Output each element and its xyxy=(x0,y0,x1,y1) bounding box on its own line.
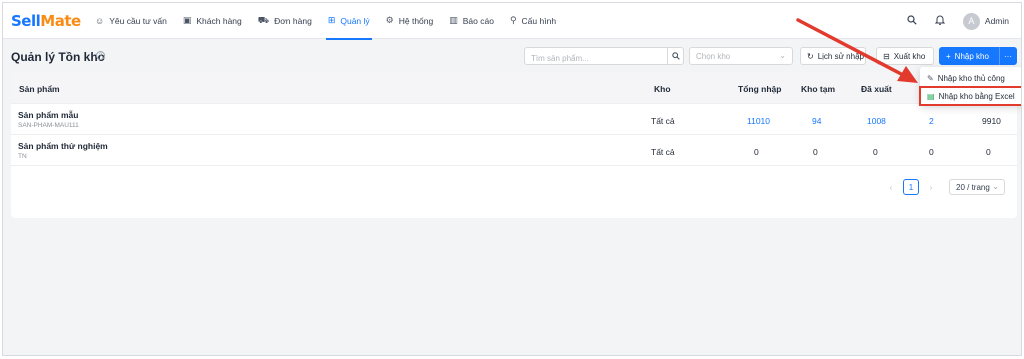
column-header-product[interactable]: Sản phẩm xyxy=(19,84,60,94)
bar-chart-icon: ▥ xyxy=(449,15,458,25)
main-nav: ☺ Yêu cầu tư vấn ▣ Khách hàng ⛟ Đơn hàng ⊞ Q… xyxy=(87,3,564,40)
brand-logo[interactable]: Sell Mate xyxy=(11,10,81,32)
row-value: 0 xyxy=(929,147,934,157)
history-icon: ↻ xyxy=(807,51,814,61)
table-row[interactable]: Sản phẩm thử nghiệm TN Tất cả 0 0 0 0 0 xyxy=(11,135,1017,166)
nav-item-label: Cấu hình xyxy=(521,15,557,26)
edit-icon: ✎ xyxy=(927,73,934,83)
avatar[interactable]: A xyxy=(962,12,980,30)
chat-icon: ☺ xyxy=(95,15,105,26)
row-value: 0 xyxy=(986,147,991,157)
import-history-button[interactable]: ↻ Lịch sử nhập xyxy=(800,47,866,65)
column-header-total-in[interactable]: Tổng nhập xyxy=(738,84,781,94)
search-button[interactable] xyxy=(667,48,683,64)
nav-item-label: Yêu cầu tư vấn xyxy=(109,15,167,26)
warehouse-select[interactable]: Chọn kho ⌄ xyxy=(689,47,793,65)
contact-card-icon: ▣ xyxy=(182,15,192,25)
brand-logo-part1: Sell xyxy=(11,11,41,30)
import-stock-button[interactable]: + Nhập kho xyxy=(939,47,999,65)
pagination: ‹ 1 › xyxy=(885,179,937,195)
warehouse-select-placeholder: Chọn kho xyxy=(696,52,731,61)
exported-value: 0 xyxy=(873,147,878,157)
row-value-link[interactable]: 2 xyxy=(929,116,934,126)
menu-item-manual-import[interactable]: ✎ Nhập kho thủ công xyxy=(920,69,1021,87)
page-title: Quản lý Tồn kho xyxy=(11,50,106,64)
nav-item-consult-requests[interactable]: ☺ Yêu cầu tư vấn xyxy=(87,3,175,39)
plus-icon: + xyxy=(946,51,951,61)
menu-item-excel-import[interactable]: ▤ Nhập kho bằng Excel xyxy=(919,86,1021,106)
ellipsis-icon: ··· xyxy=(1004,51,1012,61)
temp-link[interactable]: 94 xyxy=(812,116,821,126)
top-navbar: Sell Mate ☺ Yêu cầu tư vấn ▣ Khách hàng ⛟ Đơ… xyxy=(3,3,1021,40)
table-header: Sản phẩm Kho Tổng nhập Kho tạm Đã xuất xyxy=(11,73,1017,104)
product-sku: SAN-PHAM-MAU111 xyxy=(18,122,79,129)
nav-item-label: Quản lý xyxy=(340,15,370,26)
nav-item-label: Khách hàng xyxy=(196,15,242,26)
total-in-value: 0 xyxy=(754,147,759,157)
app-window: Sell Mate ☺ Yêu cầu tư vấn ▣ Khách hàng ⛟ Đơ… xyxy=(2,2,1022,356)
help-icon[interactable]: ? xyxy=(96,51,105,60)
row-value: 9910 xyxy=(982,116,1001,126)
chevron-down-icon: ⌄ xyxy=(779,51,786,60)
page-size-select[interactable]: 20 / trang ⌄ xyxy=(949,179,1005,195)
product-name: Sản phẩm thử nghiệm xyxy=(18,141,108,151)
page-size-value: 20 / trang xyxy=(956,183,990,192)
prev-page-icon[interactable]: ‹ xyxy=(885,183,897,192)
nav-item-config[interactable]: ⚲ Cấu hình xyxy=(502,3,564,39)
product-search xyxy=(524,47,684,67)
table-row[interactable]: Sản phẩm mẫu SAN-PHAM-MAU111 Tất cả 1101… xyxy=(11,104,1017,135)
menu-item-label: Nhập kho thủ công xyxy=(937,73,1005,83)
menu-item-label: Nhập kho bằng Excel xyxy=(938,91,1015,101)
brand-logo-part2: Mate xyxy=(40,11,81,30)
search-icon xyxy=(671,52,680,60)
search-input[interactable] xyxy=(525,50,665,67)
chevron-down-icon: ⌄ xyxy=(992,182,999,191)
bell-icon[interactable] xyxy=(934,14,946,28)
total-in-link[interactable]: 11010 xyxy=(747,116,770,126)
excel-file-icon: ▤ xyxy=(927,91,935,101)
nav-item-orders[interactable]: ⛟ Đơn hàng xyxy=(250,3,320,39)
nav-item-label: Hệ thống xyxy=(398,15,434,26)
warehouse-cell: Tất cả xyxy=(651,147,675,157)
grid-icon: ⊞ xyxy=(327,15,336,25)
user-name[interactable]: Admin xyxy=(985,16,1009,26)
nav-item-label: Đơn hàng xyxy=(274,15,312,26)
import-more-button[interactable]: ··· xyxy=(999,47,1017,65)
product-name: Sản phẩm mẫu xyxy=(18,110,79,120)
nav-item-management[interactable]: ⊞ Quản lý xyxy=(320,3,378,40)
import-options-dropdown: ✎ Nhập kho thủ công ▤ Nhập kho bằng Excel xyxy=(919,67,1021,106)
column-header-warehouse[interactable]: Kho xyxy=(654,84,671,94)
column-header-temp[interactable]: Kho tạm xyxy=(801,84,835,94)
nav-item-system[interactable]: ⚙ Hệ thống xyxy=(378,3,442,39)
nav-item-customers[interactable]: ▣ Khách hàng xyxy=(175,3,250,39)
exported-link[interactable]: 1008 xyxy=(867,116,886,126)
export-stock-button[interactable]: ⊟ Xuất kho xyxy=(876,47,934,65)
nav-item-label: Báo cáo xyxy=(462,15,494,26)
export-stock-label: Xuất kho xyxy=(893,51,926,61)
nav-item-reports[interactable]: ▥ Báo cáo xyxy=(441,3,502,39)
next-page-icon[interactable]: › xyxy=(925,183,937,192)
search-icon[interactable] xyxy=(907,14,917,28)
top-right-actions: A Admin xyxy=(907,3,1009,39)
warehouse-cell: Tất cả xyxy=(651,116,675,126)
cart-icon: ⛟ xyxy=(257,14,270,25)
temp-value: 0 xyxy=(813,147,818,157)
inventory-table: Sản phẩm Kho Tổng nhập Kho tạm Đã xuất S… xyxy=(11,73,1017,218)
product-sku: TN xyxy=(18,153,27,160)
column-header-exported[interactable]: Đã xuất xyxy=(861,84,892,94)
wrench-icon: ⚲ xyxy=(509,15,517,25)
import-history-label: Lịch sử nhập xyxy=(817,51,864,61)
export-icon: ⊟ xyxy=(883,51,890,61)
page-header: Quản lý Tồn kho ? Chọn kho ⌄ ↻Lịch sử nh… xyxy=(3,40,1021,72)
import-stock-label: Nhập kho xyxy=(954,51,989,61)
gear-icon: ⚙ xyxy=(385,15,394,25)
page-number-current[interactable]: 1 xyxy=(903,179,919,195)
